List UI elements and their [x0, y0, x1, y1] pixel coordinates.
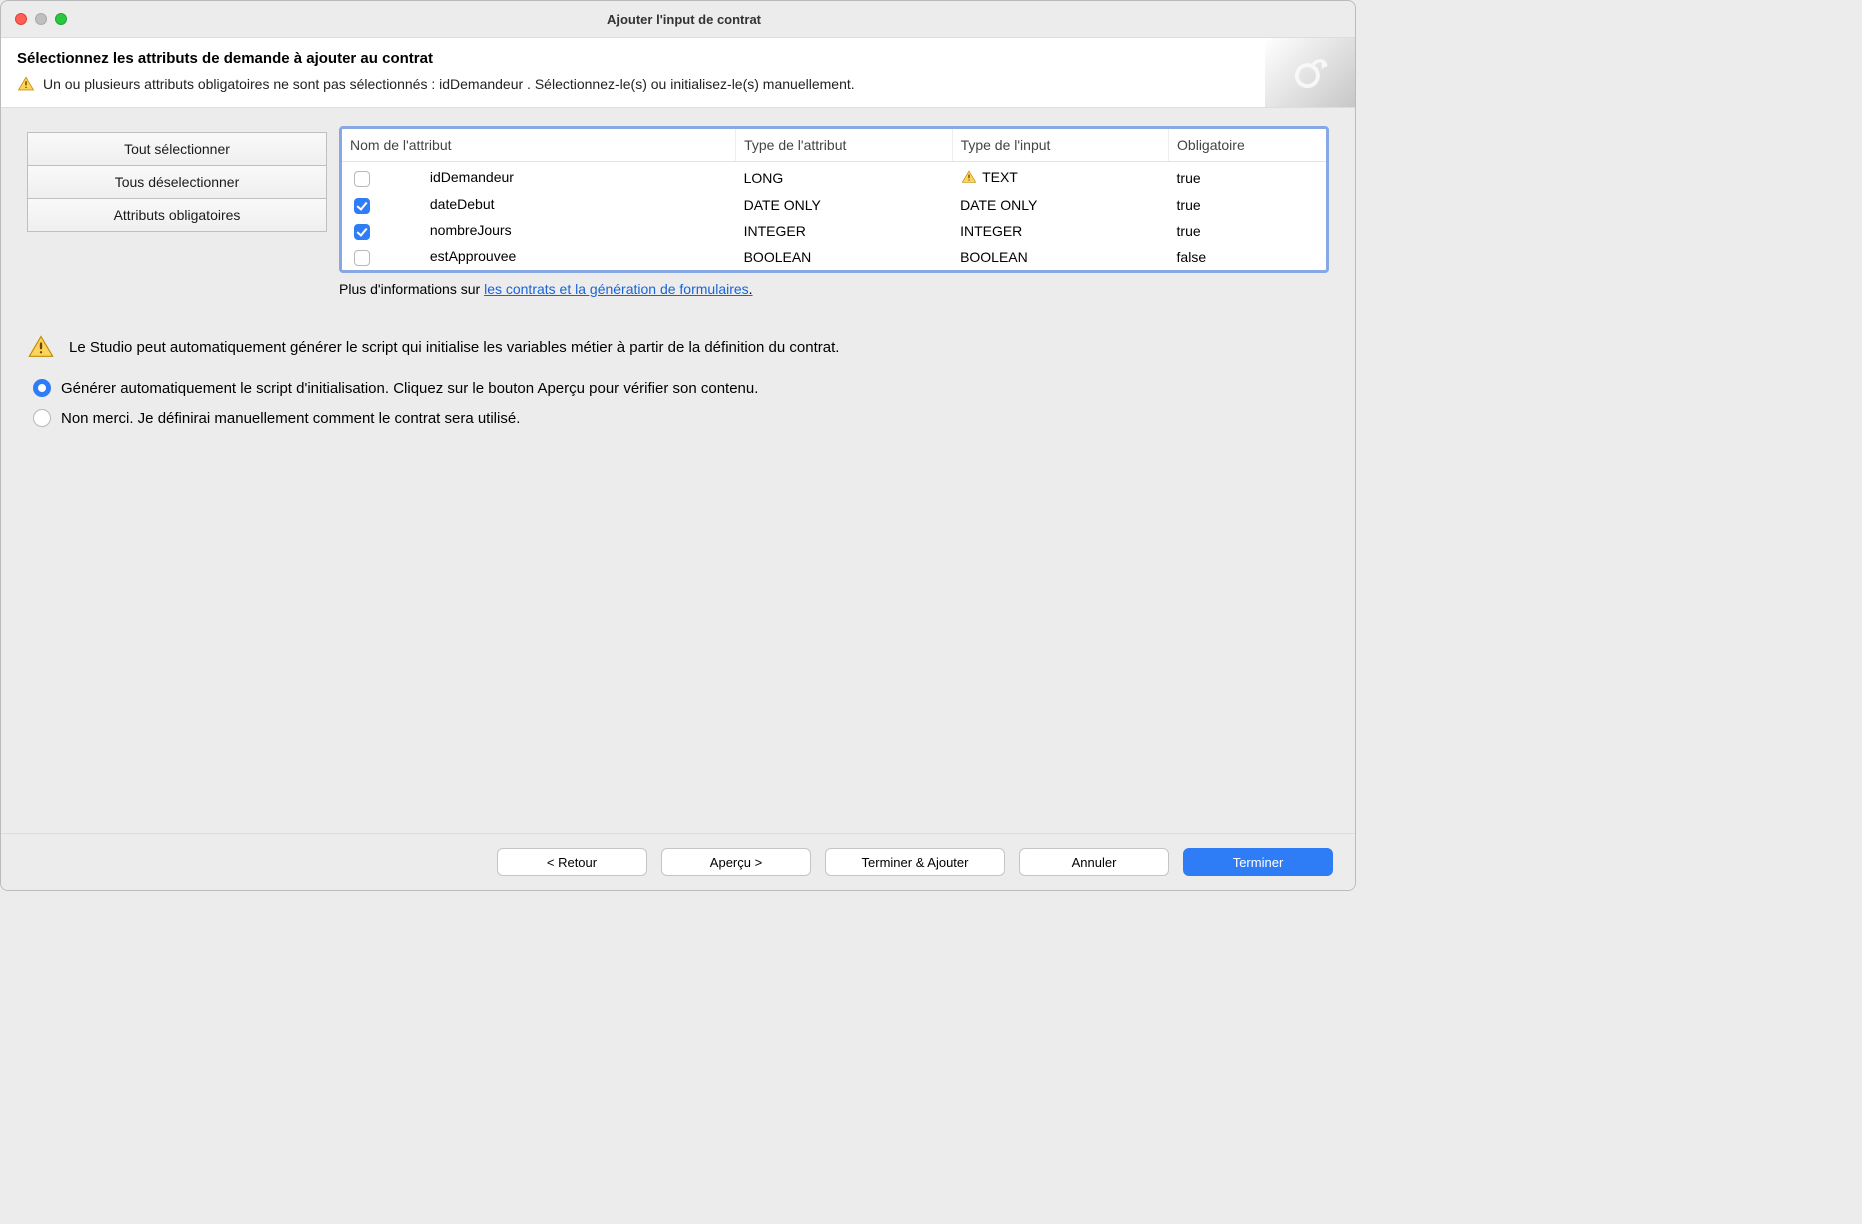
radio-manual-label: Non merci. Je définirai manuellement com… [61, 410, 520, 427]
radio-manual-input[interactable] [33, 409, 51, 427]
title-bar: Ajouter l'input de contrat [1, 1, 1355, 37]
col-input-type[interactable]: Type de l'input [952, 129, 1168, 162]
row-checkbox[interactable] [354, 198, 370, 214]
preview-button[interactable]: Aperçu > [661, 848, 811, 876]
brand-logo [1265, 38, 1355, 107]
attr-mandatory: true [1169, 162, 1326, 193]
attr-type: INTEGER [736, 218, 952, 244]
finish-and-add-button[interactable]: Terminer & Ajouter [825, 848, 1005, 876]
attributes-table: Nom de l'attribut Type de l'attribut Typ… [339, 126, 1329, 273]
radio-auto-label: Générer automatiquement le script d'init… [61, 380, 758, 397]
col-mandatory[interactable]: Obligatoire [1169, 129, 1326, 162]
attr-mandatory: true [1169, 218, 1326, 244]
radio-manual[interactable]: Non merci. Je définirai manuellement com… [27, 409, 1329, 427]
input-type: INTEGER [952, 218, 1168, 244]
input-type: DATE ONLY [952, 192, 1168, 218]
script-info-text: Le Studio peut automatiquement générer l… [69, 339, 839, 356]
header-warning-line: Un ou plusieurs attributs obligatoires n… [17, 75, 1339, 93]
table-row[interactable]: dateDebutDATE ONLYDATE ONLYtrue [342, 192, 1326, 218]
input-type: BOOLEAN [952, 244, 1168, 270]
close-icon[interactable] [15, 13, 27, 25]
warning-icon [27, 333, 55, 361]
attr-type: LONG [736, 162, 952, 193]
radio-auto-input[interactable] [33, 379, 51, 397]
attr-name: dateDebut [374, 196, 495, 212]
minimize-icon [35, 13, 47, 25]
table-row[interactable]: estApprouveeBOOLEANBOOLEANfalse [342, 244, 1326, 270]
script-generation-section: Le Studio peut automatiquement générer l… [27, 333, 1329, 439]
table-row[interactable]: idDemandeur LONG TEXTtrue [342, 162, 1326, 193]
attr-name: idDemandeur [374, 169, 514, 185]
warning-icon [960, 168, 978, 186]
table-header-row: Nom de l'attribut Type de l'attribut Typ… [342, 129, 1326, 162]
attr-name: nombreJours [374, 222, 512, 238]
window-title: Ajouter l'input de contrat [607, 12, 761, 27]
window-controls [15, 13, 67, 25]
input-type: TEXT [952, 162, 1168, 193]
attr-mandatory: true [1169, 192, 1326, 218]
attr-name: estApprouvee [374, 248, 516, 264]
radio-auto-generate[interactable]: Générer automatiquement le script d'init… [27, 379, 1329, 397]
more-info-link[interactable]: les contrats et la génération de formula… [484, 281, 752, 297]
selection-toolbar: Tout sélectionner Tous déselectionner At… [27, 126, 327, 297]
attr-type: BOOLEAN [736, 244, 952, 270]
attr-mandatory: false [1169, 244, 1326, 270]
back-button[interactable]: < Retour [497, 848, 647, 876]
footer-buttons: < Retour Aperçu > Terminer & Ajouter Ann… [1, 833, 1355, 890]
col-attribute-name[interactable]: Nom de l'attribut [342, 129, 736, 162]
header-panel: Sélectionnez les attributs de demande à … [1, 37, 1355, 108]
row-checkbox[interactable] [354, 250, 370, 266]
warning-icon [17, 75, 35, 93]
content-area: Tout sélectionner Tous déselectionner At… [1, 108, 1355, 833]
script-info-box: Le Studio peut automatiquement générer l… [27, 333, 1329, 361]
finish-button[interactable]: Terminer [1183, 848, 1333, 876]
more-info-prefix: Plus d'informations sur [339, 281, 484, 297]
row-checkbox[interactable] [354, 224, 370, 240]
page-heading: Sélectionnez les attributs de demande à … [17, 50, 1339, 67]
more-info-line: Plus d'informations sur les contrats et … [339, 281, 1329, 297]
selection-area: Tout sélectionner Tous déselectionner At… [27, 126, 1329, 297]
select-all-button[interactable]: Tout sélectionner [27, 132, 327, 166]
attr-type: DATE ONLY [736, 192, 952, 218]
col-attribute-type[interactable]: Type de l'attribut [736, 129, 952, 162]
mandatory-attributes-button[interactable]: Attributs obligatoires [27, 198, 327, 232]
dialog-window: Ajouter l'input de contrat Sélectionnez … [0, 0, 1356, 891]
header-warning-text: Un ou plusieurs attributs obligatoires n… [43, 76, 855, 92]
cancel-button[interactable]: Annuler [1019, 848, 1169, 876]
row-checkbox[interactable] [354, 171, 370, 187]
table-row[interactable]: nombreJoursINTEGERINTEGERtrue [342, 218, 1326, 244]
zoom-icon[interactable] [55, 13, 67, 25]
deselect-all-button[interactable]: Tous déselectionner [27, 165, 327, 199]
